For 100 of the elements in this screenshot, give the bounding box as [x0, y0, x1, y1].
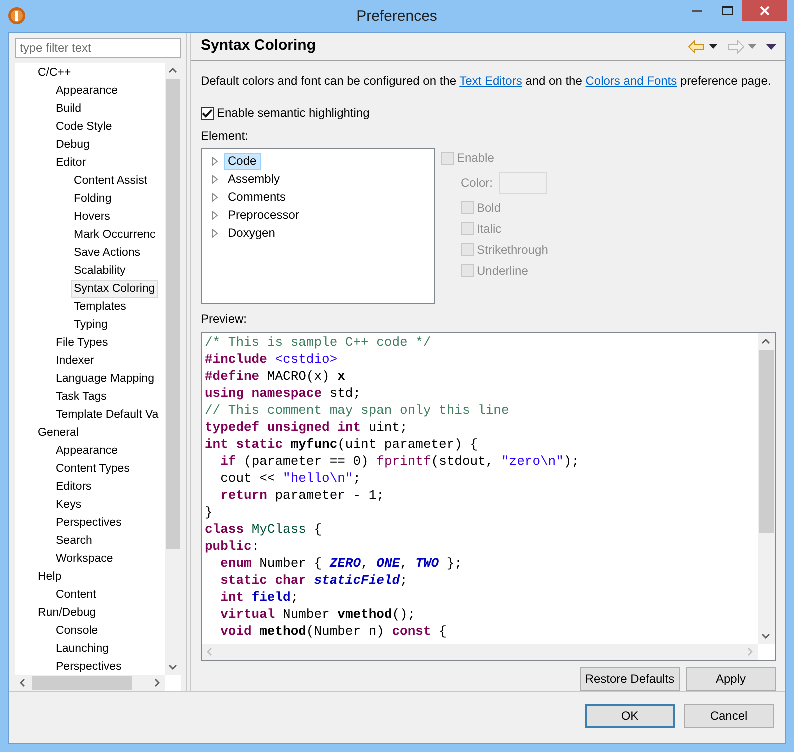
code-line: return parameter - 1;: [220, 487, 384, 504]
tree-item[interactable]: Mark Occurrenc: [71, 226, 159, 244]
tree-item[interactable]: Keys: [53, 496, 85, 514]
tree-item[interactable]: Template Default Va: [53, 406, 162, 424]
tree-item[interactable]: Editor: [53, 154, 90, 172]
code-line: // This comment may span only this line: [205, 402, 510, 419]
tree-item[interactable]: Preprocessor: [224, 206, 304, 224]
tree-item[interactable]: Build: [53, 100, 85, 118]
expand-icon[interactable]: [212, 228, 218, 238]
scroll-up-icon[interactable]: [169, 68, 177, 73]
tree-item[interactable]: Comments: [224, 188, 290, 206]
scroll-right-icon[interactable]: [155, 679, 160, 687]
code-line: using namespace std;: [205, 385, 362, 402]
checkbox-label: Italic: [477, 220, 502, 238]
code-line: /* This is sample C++ code */: [205, 334, 432, 351]
description-text: Default colors and font can be configured on the Text Editors and on the Colors and Fonts preference page.: [201, 73, 772, 90]
preview-label: Preview:: [201, 311, 248, 328]
vertical-scrollbar[interactable]: [758, 333, 775, 644]
checkbox-label: Enable semantic highlighting: [217, 105, 370, 122]
checkbox-label: Enable: [457, 150, 494, 167]
scroll-down-icon[interactable]: [169, 665, 177, 670]
tree-item[interactable]: Hovers: [71, 208, 114, 226]
ok-button[interactable]: OK: [585, 704, 675, 728]
apply-button[interactable]: Apply: [686, 667, 776, 691]
filter-field[interactable]: type filter text: [15, 38, 181, 58]
tree-item[interactable]: Indexer: [53, 352, 98, 370]
tree-item[interactable]: Debug: [53, 136, 93, 154]
checkbox[interactable]: [201, 106, 214, 120]
tree-item[interactable]: Search: [53, 532, 96, 550]
checkbox-label: Underline: [477, 262, 528, 280]
code-line: void method(Number n) const {: [220, 623, 447, 640]
restore-defaults-button[interactable]: Restore Defaults: [580, 667, 680, 691]
expand-icon[interactable]: [212, 174, 218, 184]
tree-item[interactable]: Syntax Coloring: [71, 280, 158, 298]
tree-item[interactable]: Content Assist: [71, 172, 151, 190]
expand-icon[interactable]: [212, 156, 218, 166]
expand-icon[interactable]: [212, 210, 218, 220]
code-line: if (parameter == 0) fprintf(stdout, "zero\n");: [220, 453, 580, 470]
code-line: typedef unsigned int uint;: [205, 419, 408, 436]
tree-item[interactable]: Code: [224, 152, 261, 170]
code-line: int field;: [220, 589, 299, 606]
tree-item[interactable]: Launching: [53, 640, 112, 658]
code-line: }: [205, 504, 213, 521]
code-line: virtual Number vmethod();: [220, 606, 416, 623]
code-line: #define MACRO(x) x: [205, 368, 346, 385]
scrollbar-thumb[interactable]: [759, 350, 774, 533]
link[interactable]: Colors and Fonts: [586, 74, 678, 88]
scrollbar-thumb[interactable]: [32, 676, 132, 690]
page-title: Syntax Coloring: [201, 36, 318, 56]
close-button[interactable]: [742, 0, 787, 21]
tree-item[interactable]: Templates: [71, 298, 130, 316]
expand-icon[interactable]: [212, 192, 218, 202]
tree-item[interactable]: Save Actions: [71, 244, 144, 262]
close-icon: [760, 6, 770, 16]
tree-item[interactable]: Folding: [71, 190, 115, 208]
code-line: int static myfunc(uint parameter) {: [205, 436, 478, 453]
tree-item[interactable]: Workspace: [53, 550, 116, 568]
scrollbar-thumb[interactable]: [166, 79, 180, 549]
tree-item[interactable]: General: [35, 424, 82, 442]
tree-item[interactable]: Scalability: [71, 262, 129, 280]
tree-item[interactable]: Run/Debug: [35, 604, 100, 622]
code-line: enum Number { ZERO, ONE, TWO };: [220, 555, 462, 572]
view-menu-icon[interactable]: [766, 44, 777, 50]
minimize-icon: [692, 10, 702, 12]
scroll-up-icon[interactable]: [762, 339, 770, 344]
tree-item[interactable]: Code Style: [53, 118, 116, 136]
horizontal-scrollbar[interactable]: [15, 675, 165, 691]
tree-item[interactable]: Task Tags: [53, 388, 110, 406]
app-icon: [8, 7, 26, 25]
tree-item[interactable]: Typing: [71, 316, 111, 334]
tree-item[interactable]: Perspectives: [53, 514, 125, 532]
tree-item[interactable]: Content: [53, 586, 100, 604]
vertical-scrollbar[interactable]: [165, 63, 181, 675]
tree-item[interactable]: Help: [35, 568, 65, 586]
tree-item[interactable]: Language Mapping: [53, 370, 158, 388]
tree-item[interactable]: Console: [53, 622, 102, 640]
tree-item[interactable]: File Types: [53, 334, 112, 352]
checkbox-label: Bold: [477, 200, 502, 216]
code-line: public:: [205, 538, 260, 555]
tree-item[interactable]: Perspectives: [53, 658, 125, 676]
tree-item[interactable]: Doxygen: [224, 224, 280, 242]
element-label: Element:: [201, 128, 250, 145]
code-line: #include <cstdio>: [205, 351, 338, 368]
tree-item[interactable]: C/C++: [35, 64, 74, 82]
tree-item[interactable]: Appearance: [53, 82, 122, 100]
scroll-down-icon[interactable]: [762, 634, 770, 639]
maximize-icon: [722, 6, 732, 15]
window-title: Preferences: [356, 7, 438, 27]
code-line: cout << "hello\n";: [220, 470, 362, 487]
tree-item[interactable]: Editors: [53, 478, 95, 496]
tree-item[interactable]: Content Types: [53, 460, 133, 478]
code-line: static char staticField;: [220, 572, 408, 589]
tree-item[interactable]: Assembly: [224, 170, 284, 188]
code-line: class MyClass {: [205, 521, 322, 538]
link[interactable]: Text Editors: [460, 74, 522, 88]
dropdown-caret-icon[interactable]: [709, 44, 718, 49]
forward-arrow-icon[interactable]: [727, 40, 745, 54]
tree-item[interactable]: Appearance: [53, 442, 122, 460]
scroll-left-icon[interactable]: [20, 679, 25, 687]
cancel-button[interactable]: Cancel: [684, 704, 774, 728]
